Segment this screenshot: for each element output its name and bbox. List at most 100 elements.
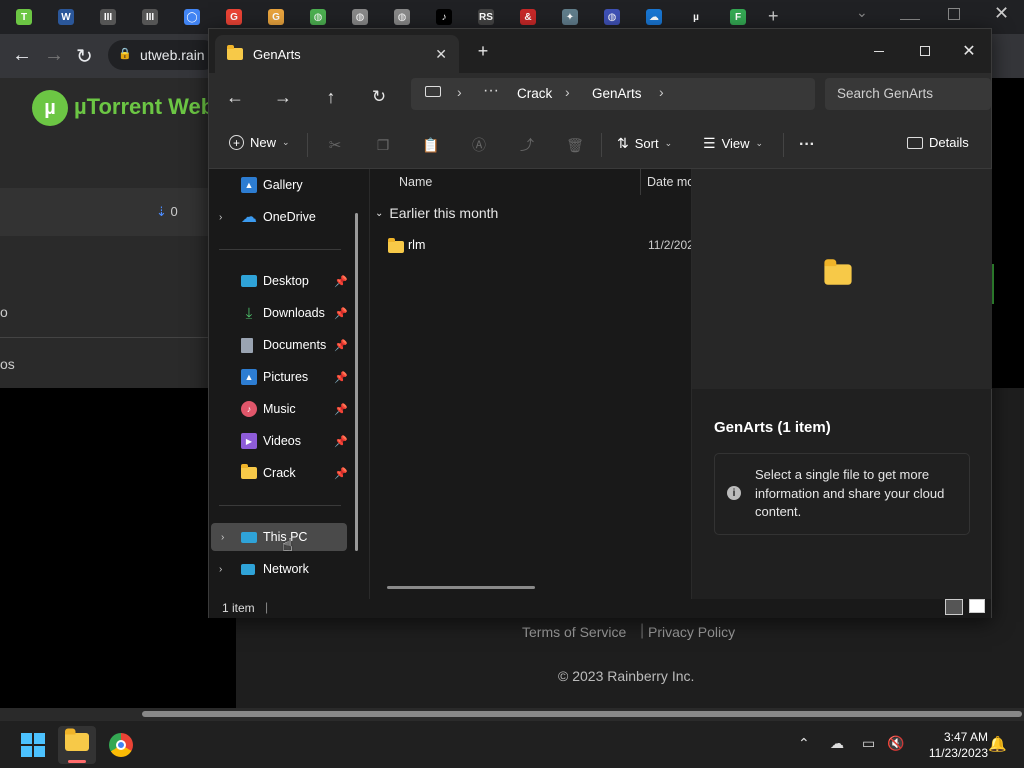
- tab-search-icon[interactable]: ⌄: [856, 4, 868, 21]
- nav-desktop[interactable]: Desktop 📌: [209, 267, 359, 295]
- nav-documents[interactable]: Documents 📌: [209, 331, 359, 359]
- browser-tab[interactable]: G: [260, 7, 292, 27]
- rename-icon[interactable]: Ⓐ: [467, 133, 491, 157]
- pin-icon[interactable]: 📌: [334, 467, 348, 480]
- share-icon[interactable]: ⤴: [515, 133, 539, 157]
- browser-tab[interactable]: &: [512, 7, 544, 27]
- list-item[interactable]: os: [0, 356, 15, 372]
- browser-tab[interactable]: T: [8, 7, 40, 27]
- volume-icon[interactable]: 🔇: [887, 735, 904, 752]
- chrome-close-button[interactable]: ✕: [994, 3, 1009, 24]
- chevron-right-icon[interactable]: ›: [659, 84, 664, 100]
- forward-icon[interactable]: →: [44, 44, 64, 67]
- browser-tab[interactable]: ☁: [638, 7, 670, 27]
- nav-videos[interactable]: ▶ Videos 📌: [209, 427, 359, 455]
- close-tab-icon[interactable]: ✕: [435, 46, 447, 63]
- details-button[interactable]: Details: [907, 135, 969, 150]
- browser-tab[interactable]: ◍: [344, 7, 376, 27]
- close-window-button[interactable]: ✕: [955, 39, 983, 63]
- pin-icon[interactable]: 📌: [334, 371, 348, 384]
- cloud-offline-icon[interactable]: ☁: [830, 735, 844, 752]
- breadcrumb-genarts[interactable]: GenArts: [592, 86, 642, 101]
- chevron-up-icon[interactable]: ⌃: [798, 735, 810, 752]
- start-button[interactable]: [14, 726, 52, 764]
- new-button[interactable]: + New ⌄: [229, 135, 290, 150]
- column-header-name[interactable]: Name: [399, 175, 432, 189]
- nav-onedrive[interactable]: › ☁ OneDrive: [209, 203, 359, 231]
- forward-icon[interactable]: →: [271, 85, 295, 109]
- back-icon[interactable]: ←: [223, 85, 247, 109]
- file-explorer-taskbar-button[interactable]: [58, 726, 96, 764]
- copy-icon[interactable]: ❐: [371, 133, 395, 157]
- cut-icon[interactable]: ✂: [323, 133, 347, 157]
- refresh-icon[interactable]: ↻: [367, 85, 391, 109]
- browser-tab[interactable]: III: [92, 7, 124, 27]
- chevron-right-icon[interactable]: ›: [221, 532, 224, 543]
- browser-tab[interactable]: F: [722, 7, 754, 27]
- mu-icon: µ: [688, 9, 704, 25]
- pin-icon[interactable]: 📌: [334, 435, 348, 448]
- address-bar[interactable]: › ··· Crack › GenArts ›: [411, 78, 815, 110]
- reload-icon[interactable]: ↻: [76, 44, 93, 69]
- browser-tab[interactable]: ✦: [554, 7, 586, 27]
- list-item[interactable]: o: [0, 304, 8, 320]
- chevron-right-icon[interactable]: ›: [219, 564, 222, 575]
- nav-pictures[interactable]: ▲ Pictures 📌: [209, 363, 359, 391]
- chevron-right-icon[interactable]: ›: [219, 212, 222, 223]
- nav-thispc[interactable]: › This PC: [211, 523, 347, 551]
- pin-icon[interactable]: 📌: [334, 339, 348, 352]
- group-header[interactable]: ⌄ Earlier this month: [375, 205, 498, 221]
- chrome-minimize-button[interactable]: [900, 6, 920, 20]
- paste-icon[interactable]: 📋: [419, 133, 443, 157]
- maximize-button[interactable]: [911, 41, 939, 61]
- more-locations-icon[interactable]: ···: [483, 82, 499, 100]
- search-input[interactable]: Search GenArts: [825, 78, 991, 110]
- nav-downloads[interactable]: ⤓ Downloads 📌: [209, 299, 359, 327]
- explorer-tab[interactable]: GenArts ✕: [215, 35, 459, 73]
- more-options-icon[interactable]: ···: [795, 133, 819, 157]
- column-header-date[interactable]: Date mo: [647, 175, 694, 189]
- file-list-scrollbar[interactable]: [387, 586, 535, 589]
- privacy-link[interactable]: Privacy Policy: [648, 624, 735, 640]
- terms-link[interactable]: Terms of Service: [522, 624, 626, 640]
- browser-tab[interactable]: ◍: [596, 7, 628, 27]
- chrome-taskbar-button[interactable]: [102, 726, 140, 764]
- omnibox[interactable]: 🔒 utweb.rain: [108, 40, 218, 70]
- browser-tab[interactable]: G: [218, 7, 250, 27]
- browser-tab[interactable]: ◍: [386, 7, 418, 27]
- pin-icon[interactable]: 📌: [334, 307, 348, 320]
- clock[interactable]: 3:47 AM 11/23/2023: [912, 729, 988, 761]
- browser-tab[interactable]: ♪: [428, 7, 460, 27]
- chrome-maximize-button[interactable]: [948, 8, 960, 20]
- new-tab-button[interactable]: +: [768, 6, 779, 27]
- add-tab-button[interactable]: +: [471, 39, 495, 63]
- nav-scrollbar[interactable]: [355, 213, 358, 551]
- browser-tab[interactable]: RS: [470, 7, 502, 27]
- browser-tab[interactable]: ◯: [176, 7, 208, 27]
- browser-tab[interactable]: ◍: [302, 7, 334, 27]
- pin-icon[interactable]: 📌: [334, 403, 348, 416]
- minimize-button[interactable]: [865, 41, 893, 61]
- chevron-right-icon: ›: [565, 84, 570, 100]
- nav-network[interactable]: › Network: [209, 555, 359, 583]
- up-icon[interactable]: ↑: [319, 85, 343, 109]
- horizontal-scrollbar[interactable]: [0, 708, 1024, 720]
- details-view-icon[interactable]: [945, 599, 963, 615]
- table-row[interactable]: rlm 11/2/202: [388, 233, 694, 257]
- breadcrumb-crack[interactable]: Crack: [517, 86, 552, 101]
- notification-bell-icon[interactable]: 🔔: [988, 735, 1007, 753]
- browser-tab[interactable]: III: [134, 7, 166, 27]
- computer-icon: [241, 531, 257, 543]
- browser-tab[interactable]: W: [50, 7, 82, 27]
- back-icon[interactable]: ←: [12, 44, 32, 67]
- nav-crack[interactable]: Crack 📌: [209, 459, 359, 487]
- browser-tab[interactable]: µ: [680, 7, 712, 27]
- view-button[interactable]: ☰ View ⌄: [703, 135, 763, 152]
- nav-gallery[interactable]: ▲ Gallery: [209, 171, 359, 199]
- sort-button[interactable]: ⇅ Sort ⌄: [617, 135, 672, 152]
- tiles-view-icon[interactable]: [969, 599, 985, 613]
- pin-icon[interactable]: 📌: [334, 275, 348, 288]
- nav-music[interactable]: ♪ Music 📌: [209, 395, 359, 423]
- network-icon[interactable]: ▭: [862, 735, 875, 752]
- delete-icon[interactable]: 🗑: [563, 133, 587, 157]
